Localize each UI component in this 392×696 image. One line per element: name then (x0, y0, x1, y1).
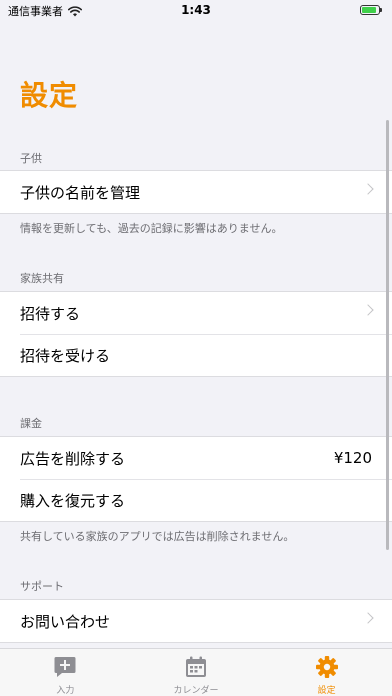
chevron-right-icon (362, 304, 374, 316)
section-footer-child: 情報を更新しても、過去の記録に影響はありません。 (20, 222, 283, 235)
tab-calendar[interactable]: カレンダー (131, 649, 262, 696)
status-bar: 通信事業者 1:43 (0, 0, 392, 22)
status-time: 1:43 (181, 3, 211, 17)
invite-row[interactable]: 招待する (0, 292, 392, 334)
compose-icon (54, 657, 76, 677)
calendar-icon (186, 656, 206, 677)
section-header-child: 子供 (20, 152, 42, 165)
chevron-right-icon (362, 612, 374, 624)
scroll-indicator[interactable] (386, 120, 389, 550)
tab-settings[interactable]: 設定 (261, 649, 392, 696)
battery-icon (360, 5, 382, 15)
section-header-family: 家族共有 (20, 272, 64, 285)
group-billing: 広告を削除する ¥120 購入を復元する (0, 436, 392, 522)
row-label: 購入を復元する (20, 491, 126, 510)
section-header-support: サポート (20, 580, 64, 593)
manage-child-names-row[interactable]: 子供の名前を管理 (0, 171, 392, 213)
section-footer-billing: 共有している家族のアプリでは広告は削除されません。 (20, 530, 295, 543)
row-label: 子供の名前を管理 (20, 183, 141, 202)
contact-row[interactable]: お問い合わせ (0, 600, 392, 642)
row-label: 招待を受ける (20, 346, 111, 365)
accept-invite-row[interactable]: 招待を受ける (0, 334, 392, 376)
gear-icon (315, 656, 338, 678)
restore-purchase-row[interactable]: 購入を復元する (0, 479, 392, 521)
group-family: 招待する 招待を受ける (0, 291, 392, 377)
group-child: 子供の名前を管理 (0, 170, 392, 214)
tab-input[interactable]: 入力 (0, 649, 131, 696)
tab-bar: 入力 カレンダー 設定 (0, 648, 392, 696)
page-title: 設定 (20, 79, 79, 112)
section-header-billing: 課金 (20, 417, 42, 430)
row-label: 招待する (20, 304, 81, 323)
tab-label: 入力 (56, 686, 75, 696)
settings-screen: 通信事業者 1:43 設定 子供 子供の名前を管理 情報を更新しても、過去の記録… (0, 0, 392, 696)
remove-ads-row[interactable]: 広告を削除する ¥120 (0, 437, 392, 479)
row-label: 広告を削除する (20, 449, 126, 468)
price-label: ¥120 (333, 449, 372, 467)
chevron-right-icon (362, 183, 374, 195)
group-support: お問い合わせ (0, 599, 392, 643)
row-label: お問い合わせ (20, 612, 111, 631)
tab-label: カレンダー (173, 686, 219, 696)
tab-label: 設定 (317, 686, 336, 696)
